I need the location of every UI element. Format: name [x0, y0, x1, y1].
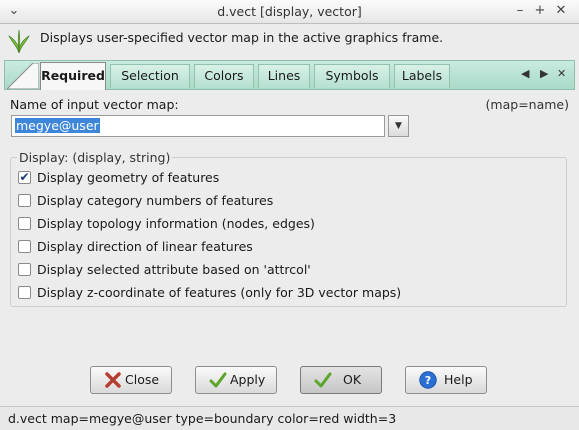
checkbox-geometry[interactable]: ✔	[18, 171, 31, 184]
checkbox-category-numbers[interactable]	[18, 194, 31, 207]
tab-corner-decoration	[7, 63, 39, 89]
apply-button-label: Apply	[230, 372, 266, 387]
display-group-label: Display: (display, string)	[17, 150, 173, 165]
help-icon: ?	[419, 371, 437, 389]
map-name-value: megye@user	[15, 118, 100, 133]
checkmark-icon	[314, 372, 332, 388]
chevron-down-icon: ▼	[395, 121, 402, 131]
tab-labels[interactable]: Labels	[394, 64, 450, 88]
checkbox-attribute[interactable]	[18, 263, 31, 276]
close-x-icon	[105, 372, 121, 388]
command-preview: d.vect map=megye@user type=boundary colo…	[8, 411, 397, 426]
apply-button[interactable]: Apply	[195, 366, 277, 394]
tab-colors[interactable]: Colors	[194, 64, 254, 88]
maximize-icon[interactable]: +	[532, 3, 548, 19]
map-dropdown-button[interactable]: ▼	[388, 115, 409, 137]
tab-next-icon[interactable]: ▶	[540, 67, 548, 80]
help-button[interactable]: ? Help	[405, 366, 487, 394]
close-button-label: Close	[125, 372, 160, 387]
ok-button[interactable]: OK	[300, 366, 382, 394]
module-header: Displays user-specified vector map in th…	[0, 24, 579, 58]
minimize-icon[interactable]: –	[512, 3, 528, 19]
close-icon[interactable]: ✕	[553, 3, 569, 19]
window-title: d.vect [display, vector]	[217, 4, 362, 19]
tab-prev-icon[interactable]: ◀	[521, 67, 529, 80]
tab-required[interactable]: Required	[40, 62, 106, 90]
checkbox-topology[interactable]	[18, 217, 31, 230]
tab-selection[interactable]: Selection	[110, 64, 190, 88]
option-attribute-label: Display selected attribute based on 'att…	[37, 262, 311, 277]
option-geometry-label: Display geometry of features	[37, 170, 220, 185]
map-name-input[interactable]: megye@user	[11, 115, 385, 137]
map-field-key: (map=name)	[485, 97, 569, 112]
window-titlebar: ⌄ d.vect [display, vector] – + ✕	[0, 0, 579, 24]
option-topology-label: Display topology information (nodes, edg…	[37, 216, 315, 231]
svg-text:?: ?	[425, 374, 431, 387]
tab-symbols[interactable]: Symbols	[314, 64, 390, 88]
checkmark-icon	[209, 372, 227, 388]
option-category-numbers-label: Display category numbers of features	[37, 193, 274, 208]
checkbox-direction[interactable]	[18, 240, 31, 253]
close-button[interactable]: Close	[90, 366, 172, 394]
ok-button-label: OK	[343, 372, 362, 387]
map-field-label: Name of input vector map:	[10, 97, 179, 112]
checkbox-z-coordinate[interactable]	[18, 286, 31, 299]
option-z-coordinate-label: Display z-coordinate of features (only f…	[37, 285, 402, 300]
help-button-label: Help	[444, 372, 473, 387]
tab-bar: Required Selection Colors Lines Symbols …	[4, 60, 575, 90]
tab-lines[interactable]: Lines	[258, 64, 310, 88]
tab-close-icon[interactable]: ✕	[557, 67, 566, 80]
option-direction-label: Display direction of linear features	[37, 239, 253, 254]
status-bar: d.vect map=megye@user type=boundary colo…	[0, 406, 579, 430]
grass-icon	[8, 29, 30, 54]
module-description: Displays user-specified vector map in th…	[40, 30, 444, 45]
